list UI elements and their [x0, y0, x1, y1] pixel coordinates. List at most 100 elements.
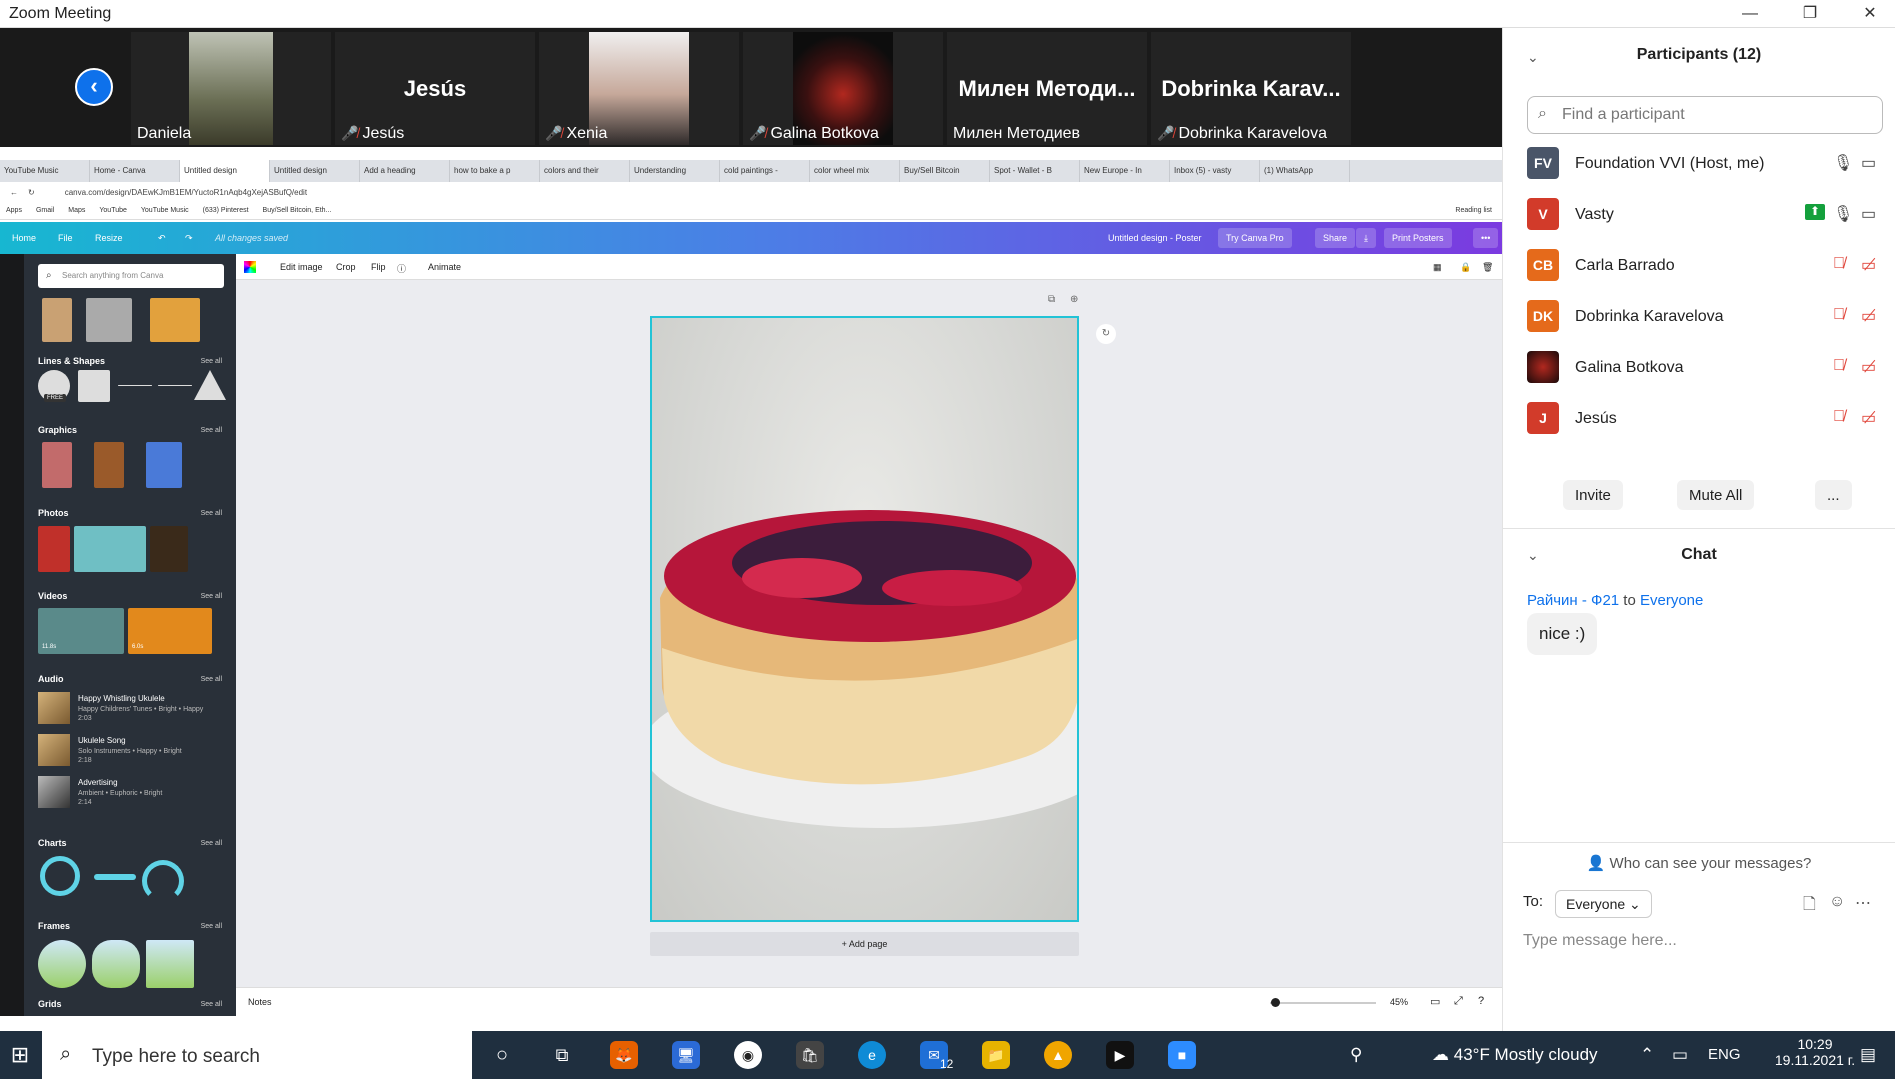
browser-tab[interactable]: Inbox (5) - vasty: [1170, 160, 1260, 182]
clock[interactable]: 10:29 19.11.2021 г.: [1770, 1036, 1860, 1068]
chat-sender-name[interactable]: Райчин - Ф21: [1527, 592, 1619, 609]
muted-mic-icon[interactable]: 🎙̸: [1833, 306, 1845, 324]
mute-all-button[interactable]: Mute All: [1677, 480, 1755, 510]
see-all-link[interactable]: See all: [201, 510, 222, 517]
element-thumb[interactable]: [86, 298, 132, 342]
frame-thumb[interactable]: [146, 940, 194, 988]
notes-button[interactable]: Notes: [248, 997, 272, 1007]
graphic-thumb[interactable]: [94, 442, 124, 488]
frame-thumb[interactable]: [92, 940, 140, 988]
lock-icon[interactable]: 🔒: [1460, 262, 1471, 273]
media-player-icon[interactable]: ▶: [1106, 1041, 1134, 1069]
firefox-icon[interactable]: 🦊: [610, 1041, 638, 1069]
color-picker-icon[interactable]: [244, 261, 256, 273]
participant-row[interactable]: CB Carla Barrado 🎙̸ ▭̸: [1527, 246, 1883, 284]
flip-button[interactable]: Flip: [371, 262, 386, 272]
muted-mic-icon[interactable]: 🎙̸: [1833, 408, 1845, 426]
recipient-select[interactable]: Everyone ⌄: [1555, 890, 1652, 918]
bookmark[interactable]: Maps: [68, 207, 85, 214]
arrow-shape[interactable]: [158, 385, 192, 386]
undo-icon[interactable]: ↶: [158, 233, 166, 244]
chat-message-input[interactable]: Type message here...: [1523, 932, 1677, 950]
edit-image-button[interactable]: Edit image: [280, 262, 323, 272]
frame-thumb[interactable]: [38, 940, 86, 988]
tray-expand-icon[interactable]: ⌃: [1640, 1031, 1654, 1079]
chrome-icon[interactable]: ◉: [734, 1041, 762, 1069]
crop-button[interactable]: Crop: [336, 262, 356, 272]
reading-list[interactable]: Reading list: [1455, 207, 1492, 214]
bookmark[interactable]: Gmail: [36, 207, 54, 214]
page-count-icon[interactable]: ▭: [1430, 995, 1440, 1008]
muted-mic-icon[interactable]: 🎙̸: [1833, 357, 1845, 375]
minimize-button[interactable]: —: [1730, 2, 1770, 26]
network-icon[interactable]: ▭: [1672, 1031, 1688, 1079]
rotate-icon[interactable]: ↻: [1096, 324, 1116, 344]
participant-row[interactable]: Galina Botkova 🎙̸ ▭̸: [1527, 348, 1883, 386]
square-shape[interactable]: [78, 370, 110, 402]
browser-tab[interactable]: how to bake a p: [450, 160, 540, 182]
emoji-icon[interactable]: ☺: [1829, 893, 1845, 911]
see-all-link[interactable]: See all: [201, 1001, 222, 1008]
back-icon[interactable]: ←: [10, 188, 18, 197]
browser-tab[interactable]: Buy/Sell Bitcoin: [900, 160, 990, 182]
edge-icon[interactable]: e: [858, 1041, 886, 1069]
photo-thumb[interactable]: [74, 526, 146, 572]
previous-page-button[interactable]: ‹: [75, 68, 113, 106]
add-page-icon[interactable]: ⊕: [1070, 294, 1078, 305]
trash-icon[interactable]: 🗑: [1482, 262, 1493, 273]
browser-tab[interactable]: (1) WhatsApp: [1260, 160, 1350, 182]
share-button[interactable]: Share: [1315, 228, 1356, 248]
chat-recipient[interactable]: Everyone: [1640, 592, 1703, 609]
video-tile[interactable]: 🎤̸ Galina Botkova: [743, 32, 943, 145]
design-page[interactable]: [650, 316, 1079, 922]
bookmark[interactable]: YouTube Music: [141, 207, 189, 214]
zoom-slider-handle[interactable]: [1271, 998, 1280, 1007]
windows-start-icon[interactable]: ⊞: [0, 1031, 40, 1079]
donut-chart-thumb[interactable]: [40, 856, 80, 896]
elements-search-input[interactable]: Search anything from Canva: [38, 264, 224, 288]
add-page-button[interactable]: + Add page: [650, 932, 1079, 956]
invite-button[interactable]: Invite: [1563, 480, 1623, 510]
file-explorer-icon[interactable]: 📁: [982, 1041, 1010, 1069]
cortana-icon[interactable]: ○: [488, 1041, 516, 1069]
download-icon[interactable]: ⤓: [1356, 228, 1376, 248]
browser-tab[interactable]: Understanding: [630, 160, 720, 182]
graphic-thumb[interactable]: [146, 442, 182, 488]
video-icon[interactable]: ▭: [1861, 204, 1876, 224]
url-text[interactable]: canva.com/design/DAEwKJmB1EM/YuctoR1nAqb…: [65, 188, 307, 197]
who-can-see-link[interactable]: 👤 Who can see your messages?: [1503, 854, 1895, 872]
video-off-icon[interactable]: ▭̸: [1861, 408, 1876, 428]
design-name[interactable]: Untitled design - Poster: [1108, 233, 1202, 243]
browser-tab-active[interactable]: Untitled design: [180, 160, 270, 182]
taskbar-search-input[interactable]: ⌕ Type here to search: [42, 1031, 472, 1079]
audio-item[interactable]: Happy Whistling Ukulele Happy Childrens'…: [38, 692, 228, 728]
more-chat-options-icon[interactable]: ⋯: [1855, 893, 1871, 913]
file-icon[interactable]: 🗋: [1803, 893, 1816, 920]
see-all-link[interactable]: See all: [201, 593, 222, 600]
mic-icon[interactable]: 🎙: [1833, 204, 1853, 224]
address-bar[interactable]: ← ↻ canva.com/design/DAEwKJmB1EM/YuctoR1…: [0, 182, 1502, 202]
maximize-button[interactable]: ❐: [1790, 2, 1830, 26]
file-menu[interactable]: File: [58, 233, 73, 243]
browser-tab[interactable]: cold paintings -: [720, 160, 810, 182]
task-view-icon[interactable]: ⧉: [548, 1041, 576, 1069]
store-icon[interactable]: 🛍: [796, 1041, 824, 1069]
see-all-link[interactable]: See all: [201, 840, 222, 847]
transparency-icon[interactable]: ▦: [1433, 262, 1442, 273]
language-indicator[interactable]: ENG: [1708, 1031, 1741, 1079]
home-link[interactable]: Home: [12, 233, 36, 243]
participant-row[interactable]: J Jesús 🎙̸ ▭̸: [1527, 399, 1883, 437]
duplicate-page-icon[interactable]: ⧉: [1048, 294, 1055, 305]
help-icon[interactable]: ?: [1478, 995, 1484, 1007]
reload-icon[interactable]: ↻: [28, 188, 35, 197]
video-tile[interactable]: Jesús 🎤̸ Jesús: [335, 32, 535, 145]
browser-tab[interactable]: Home - Canva: [90, 160, 180, 182]
close-button[interactable]: ✕: [1850, 2, 1890, 26]
bar-chart-thumb[interactable]: [94, 874, 136, 880]
browser-icon[interactable]: ▲: [1044, 1041, 1072, 1069]
photo-thumb[interactable]: [38, 526, 70, 572]
participant-row[interactable]: DK Dobrinka Karavelova 🎙̸ ▭̸: [1527, 297, 1883, 335]
weather-widget[interactable]: ☁ 43°F Mostly cloudy: [1432, 1031, 1598, 1079]
graphic-thumb[interactable]: [42, 442, 72, 488]
browser-tab[interactable]: Add a heading: [360, 160, 450, 182]
